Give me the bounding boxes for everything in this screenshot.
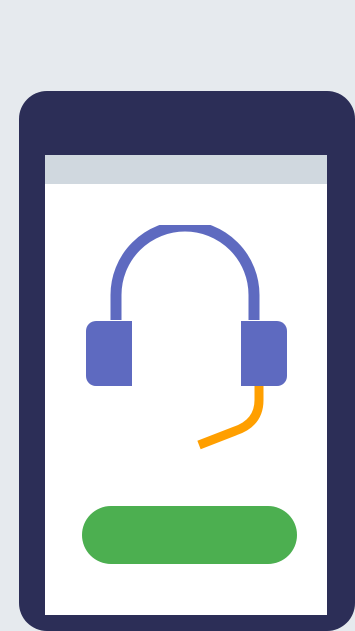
left-earcup-join (118, 321, 132, 386)
phone-screen (45, 155, 327, 615)
headband (110, 225, 260, 320)
right-earcup-join (241, 321, 255, 386)
status-bar (45, 155, 327, 184)
headset-icon (86, 225, 287, 450)
microphone-boom (197, 386, 264, 450)
call-button[interactable] (82, 506, 297, 564)
